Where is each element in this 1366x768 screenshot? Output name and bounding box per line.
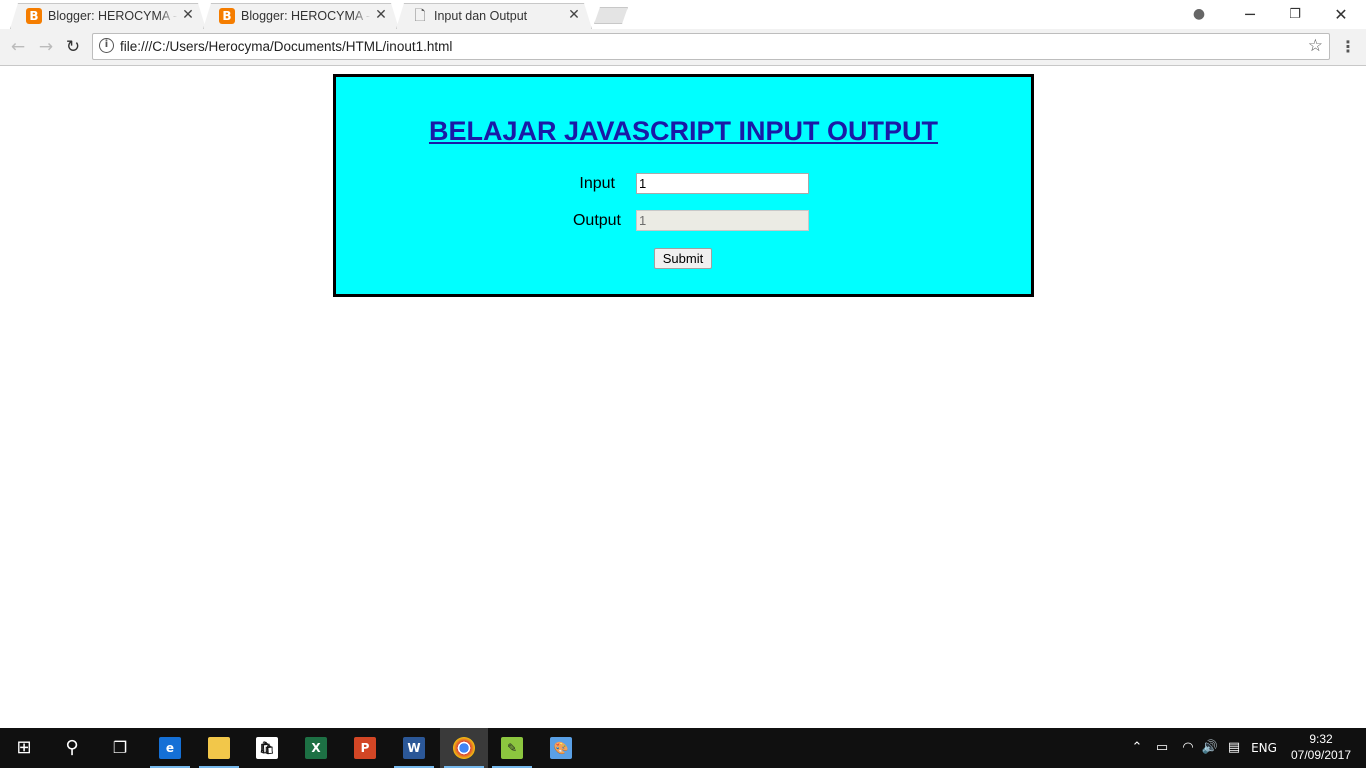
file-explorer-icon[interactable] xyxy=(195,728,243,768)
edge-icon[interactable]: e xyxy=(146,728,194,768)
blogger-icon: B xyxy=(26,8,42,24)
store-icon[interactable]: 🛍 xyxy=(243,728,291,768)
tab-blogger-1[interactable]: B Blogger: HEROCYMA - Se ✕ xyxy=(10,3,206,29)
language-indicator[interactable]: ENG xyxy=(1248,728,1280,768)
info-icon[interactable]: i xyxy=(99,38,114,53)
volume-icon[interactable]: 🔊 xyxy=(1199,728,1221,768)
input-label: Input xyxy=(579,175,615,192)
taskbar: ⊞ ⚲ ❐ e 🛍 X P W ✎ 🎨 ⌃ ▭ ◠ 🔊 ▤ ENG 9:32 0… xyxy=(0,728,1366,768)
clock[interactable]: 9:32 07/09/2017 xyxy=(1282,731,1360,763)
task-view-icon[interactable]: ❐ xyxy=(96,728,144,768)
document-icon: 🗋 xyxy=(414,8,426,24)
tab-label: Blogger: HEROCYMA - Pe xyxy=(241,9,371,23)
close-icon[interactable]: ✕ xyxy=(566,7,582,23)
clock-date: 07/09/2017 xyxy=(1290,748,1352,762)
chrome-icon[interactable] xyxy=(440,728,488,768)
page-heading: BELAJAR JAVASCRIPT INPUT OUTPUT xyxy=(428,116,939,146)
tab-label: Blogger: HEROCYMA - Se xyxy=(48,9,178,23)
close-icon[interactable]: ✕ xyxy=(180,7,196,23)
back-icon[interactable]: ← xyxy=(8,37,28,57)
powerpoint-icon[interactable]: P xyxy=(341,728,389,768)
submit-button[interactable]: Submit xyxy=(654,248,712,269)
menu-icon[interactable]: ⋮ xyxy=(1340,37,1356,57)
excel-icon[interactable]: X xyxy=(292,728,340,768)
new-tab-button[interactable] xyxy=(594,7,628,24)
paint-icon[interactable]: 🎨 xyxy=(537,728,585,768)
tab-input-dan-output[interactable]: 🗋 Input dan Output ✕ xyxy=(396,3,592,29)
tab-label: Input dan Output xyxy=(434,9,528,23)
forward-icon[interactable]: → xyxy=(36,37,56,57)
clock-time: 9:32 xyxy=(1309,732,1333,746)
start-icon[interactable]: ⊞ xyxy=(0,728,48,768)
minimize-button[interactable]: ─ xyxy=(1227,0,1273,29)
output-label: Output xyxy=(572,212,621,229)
address-bar[interactable]: i file:///C:/Users/Herocyma/Documents/HT… xyxy=(92,33,1330,60)
search-icon[interactable]: ⚲ xyxy=(48,728,96,768)
wifi-icon[interactable]: ◠ xyxy=(1177,728,1199,768)
action-center-icon[interactable]: ▤ xyxy=(1223,728,1245,768)
word-icon[interactable]: W xyxy=(390,728,438,768)
bookmark-star-icon[interactable]: ☆ xyxy=(1308,36,1323,56)
tab-blogger-2[interactable]: B Blogger: HEROCYMA - Pe ✕ xyxy=(203,3,399,29)
browser-toolbar: ← → ↻ i file:///C:/Users/Herocyma/Docume… xyxy=(0,29,1366,66)
show-hidden-icons-icon[interactable]: ⌃ xyxy=(1128,728,1146,768)
profile-icon[interactable]: ● xyxy=(1191,6,1207,22)
url-text[interactable]: file:///C:/Users/Herocyma/Documents/HTML… xyxy=(120,39,452,55)
battery-icon[interactable]: ▭ xyxy=(1151,728,1173,768)
input-output-panel: BELAJAR JAVASCRIPT INPUT OUTPUT Input Ou… xyxy=(333,74,1034,297)
restore-button[interactable]: ❐ xyxy=(1272,0,1318,29)
close-icon[interactable]: ✕ xyxy=(373,7,389,23)
input-field[interactable] xyxy=(636,173,809,194)
notepad-plus-icon[interactable]: ✎ xyxy=(488,728,536,768)
reload-icon[interactable]: ↻ xyxy=(63,37,83,57)
browser-tab-strip: B Blogger: HEROCYMA - Se ✕ B Blogger: HE… xyxy=(0,0,1366,29)
blogger-icon: B xyxy=(219,8,235,24)
close-window-button[interactable]: ✕ xyxy=(1318,0,1364,29)
output-field xyxy=(636,210,809,231)
